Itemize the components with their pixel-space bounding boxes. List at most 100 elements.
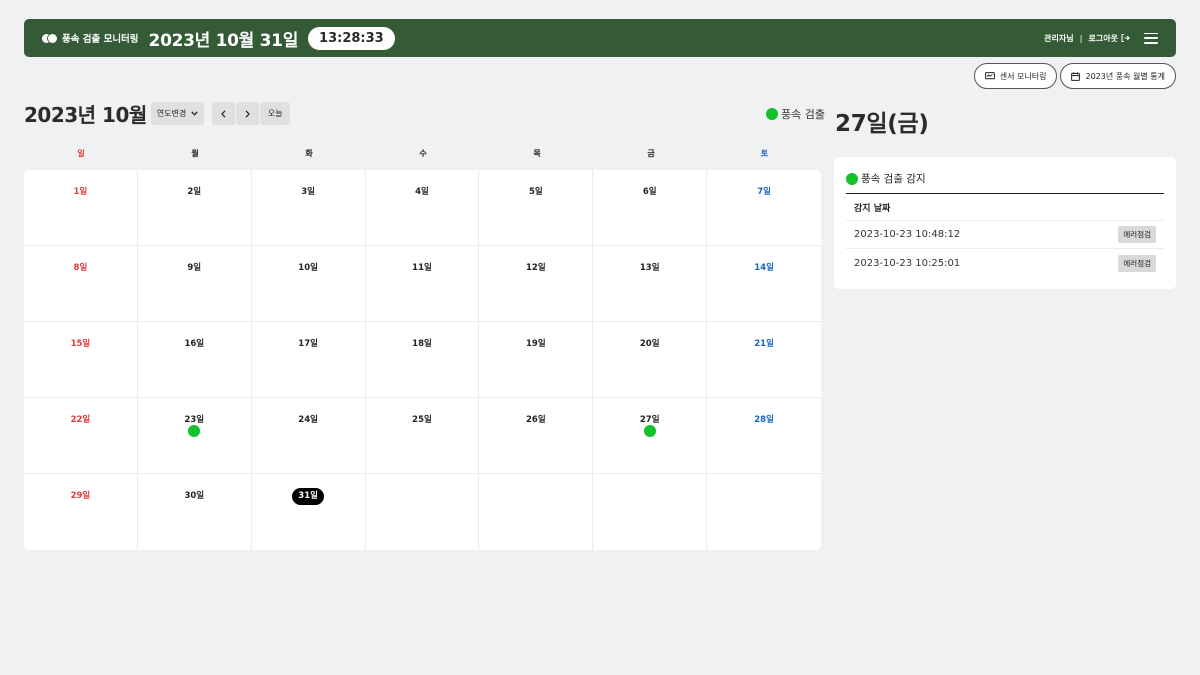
detection-panel-title: 풍속 검출 감지 [861, 173, 926, 185]
day-number: 30일 [184, 491, 205, 501]
calendar-day-cell[interactable]: 11일 [365, 246, 480, 322]
day-number: 15일 [70, 339, 91, 349]
weekday-fri: 금 [647, 149, 655, 158]
weekday-mon: 월 [191, 149, 199, 158]
calendar-empty-cell [479, 474, 594, 550]
next-month-button[interactable] [236, 102, 260, 125]
day-number: 12일 [526, 263, 546, 273]
calendar-day-cell[interactable]: 24일 [251, 398, 366, 474]
detection-datetime: 2023-10-23 10:48:12 [854, 229, 961, 240]
legend-label: 풍속 검출 [781, 108, 825, 121]
brand-label: 풍속 검출 모니터링 [62, 34, 139, 45]
calendar-day-cell[interactable]: 18일 [365, 322, 480, 398]
chevron-left-icon [221, 109, 226, 118]
day-number: 10일 [298, 263, 318, 273]
calendar-day-cell[interactable]: 4일 [365, 170, 480, 246]
day-number: 21일 [754, 339, 774, 349]
day-number: 17일 [298, 339, 318, 349]
user-area: 관리자님 | 로그아웃 [1044, 32, 1158, 44]
logout-label: 로그아웃 [1088, 33, 1118, 43]
calendar-day-cell[interactable]: 1일 [24, 170, 138, 246]
calendar-day-cell[interactable]: 22일 [24, 398, 138, 474]
calendar-day-cell[interactable]: 30일 [138, 474, 252, 550]
year-change-select[interactable]: 연도변경 [150, 102, 205, 125]
calendar-day-cell[interactable]: 25일 [365, 398, 480, 474]
legend: 풍속 검출 [766, 106, 825, 122]
weekday-wed: 수 [419, 149, 427, 158]
calendar-icon [1071, 71, 1081, 81]
calendar-day-cell[interactable]: 21일 [707, 322, 821, 398]
day-number: 11일 [412, 263, 432, 273]
day-number: 2일 [187, 187, 202, 197]
header-date: 2023년 10월 31일 [148, 30, 299, 51]
logout-button[interactable]: 로그아웃 [1089, 33, 1130, 44]
sensor-monitoring-label: 센서 모니터링 [999, 71, 1047, 81]
day-number: 20일 [639, 339, 660, 349]
calendar-day-cell[interactable]: 27일 [593, 398, 708, 474]
calendar-day-cell[interactable]: 15일 [24, 322, 138, 398]
selected-day-title: 27일(금) [835, 111, 929, 137]
day-number: 16일 [184, 339, 205, 349]
top-header: 풍속 검출 모니터링 2023년 10월 31일 13:28:33 관리자님 |… [24, 19, 1176, 57]
calendar-day-cell[interactable]: 3일 [251, 170, 366, 246]
detect-dot-icon [188, 425, 201, 437]
legend-dot-icon [766, 108, 778, 120]
calendar-day-cell[interactable]: 5일 [479, 170, 594, 246]
monitor-icon [984, 71, 995, 79]
day-number: 19일 [526, 339, 546, 349]
calendar-day-cell[interactable]: 7일 [707, 170, 821, 246]
today-button[interactable]: 오늘 [260, 102, 291, 125]
menu-icon[interactable] [1144, 32, 1158, 44]
calendar-empty-cell [707, 474, 821, 550]
error-check-button[interactable]: 에러점검 [1118, 254, 1156, 272]
calendar-day-cell[interactable]: 8일 [24, 246, 138, 322]
detection-panel: 풍속 검출 감지 감지 날짜 2023-10-23 10:48:12 에러점검 … [834, 157, 1176, 289]
user-separator: | [1079, 33, 1083, 43]
day-number: 22일 [70, 415, 91, 425]
day-number: 8일 [73, 263, 88, 273]
weekday-sat: 토 [760, 149, 769, 158]
calendar-day-cell[interactable]: 9일 [137, 246, 252, 322]
monthly-stats-label: 2023년 풍속 월별 통계 [1085, 71, 1165, 81]
calendar-day-cell[interactable]: 10일 [251, 246, 366, 322]
calendar-day-cell[interactable]: 23일 [137, 398, 252, 474]
detect-dot-icon [643, 425, 656, 437]
detection-panel-header: 풍속 검출 감지 [846, 171, 1164, 194]
day-number: 24일 [298, 415, 318, 425]
brand[interactable]: 풍속 검출 모니터링 [42, 31, 139, 45]
day-number: 1일 [73, 187, 88, 197]
clock: 13:28:33 [308, 26, 395, 50]
calendar-day-cell[interactable]: 26일 [479, 398, 594, 474]
day-number: 5일 [528, 187, 543, 197]
calendar-empty-cell [366, 474, 480, 550]
day-number: 29일 [70, 491, 91, 501]
calendar-day-cell[interactable]: 19일 [479, 322, 594, 398]
weekday-thu: 목 [533, 149, 541, 158]
day-number: 28일 [754, 415, 774, 425]
calendar-day-cell[interactable]: 14일 [707, 246, 821, 322]
calendar-day-cell[interactable]: 20일 [593, 322, 708, 398]
calendar-day-cell[interactable]: 2일 [137, 170, 252, 246]
calendar-day-cell[interactable]: 31일 [252, 474, 366, 550]
brand-logo-icon [42, 33, 57, 43]
error-check-button[interactable]: 에러점검 [1118, 226, 1156, 243]
calendar-empty-cell [593, 474, 708, 550]
calendar-day-cell[interactable]: 12일 [479, 246, 594, 322]
calendar-day-cell[interactable]: 28일 [707, 398, 821, 474]
month-title: 2023년 10월 [24, 103, 147, 127]
calendar-day-cell[interactable]: 17일 [251, 322, 366, 398]
day-number: 4일 [415, 187, 429, 197]
detection-row: 2023-10-23 10:25:01 에러점검 [846, 249, 1164, 277]
monthly-stats-button[interactable]: 2023년 풍속 월별 통계 [1060, 63, 1176, 89]
top-actions: 센서 모니터링 2023년 풍속 월별 통계 [973, 63, 1176, 89]
year-change-label: 연도변경 [156, 109, 187, 118]
calendar-day-cell[interactable]: 13일 [593, 246, 708, 322]
chevron-right-icon [245, 109, 251, 118]
day-number: 3일 [301, 187, 315, 197]
calendar-day-cell[interactable]: 6일 [593, 170, 708, 246]
calendar-day-cell[interactable]: 16일 [137, 322, 252, 398]
calendar-day-cell[interactable]: 29일 [24, 474, 138, 550]
sensor-monitoring-button[interactable]: 센서 모니터링 [973, 63, 1058, 89]
day-number: 13일 [639, 263, 660, 273]
prev-month-button[interactable] [212, 102, 236, 125]
